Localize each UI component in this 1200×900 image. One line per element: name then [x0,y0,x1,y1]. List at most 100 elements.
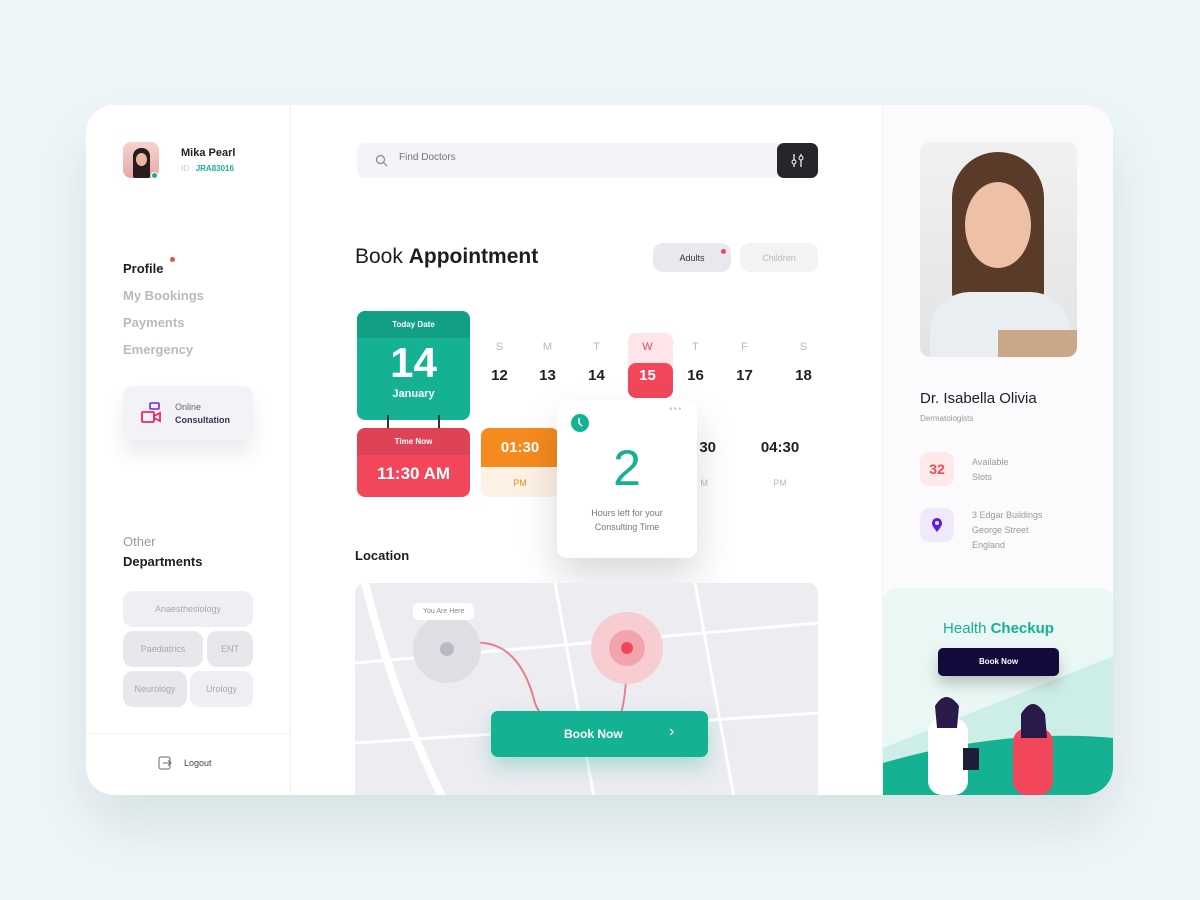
doctor-panel: Dr. Isabella Olivia Dermatologists 32 Av… [882,105,1113,795]
today-month: January [392,388,435,400]
time-slot-0430[interactable]: 04:30 PM [741,428,819,497]
day-17[interactable]: F 17 [722,341,767,384]
day-12[interactable]: S 12 [477,341,522,384]
consult-line1: Online [175,402,202,412]
clock-icon [571,414,589,432]
slots-label2: Slots [972,472,993,482]
day-number: 15 [639,367,656,384]
slot-time: 01:30 [481,428,559,467]
nav-emergency[interactable]: Emergency [123,342,193,357]
day-letter: M [542,341,553,353]
dept-anaesthesiology[interactable]: Anaesthesiology [123,591,253,627]
tab-notification-dot [721,249,726,254]
popup-line2: Consulting Time [594,522,660,532]
location-heading: Location [355,548,410,563]
other-label: Other [123,534,156,549]
departments-heading: Departments [123,554,203,569]
book-now-label: Book Now [564,727,623,741]
slots-label1: Available [972,457,1009,467]
divider [86,733,291,734]
day-14[interactable]: T 14 [574,341,619,384]
slot-period: PM [773,478,787,488]
day-13[interactable]: M 13 [525,341,570,384]
nav-my-bookings[interactable]: My Bookings [123,288,204,303]
book-now-button[interactable]: Book Now › [491,711,708,757]
time-label: Time Now [357,428,470,455]
day-number: 14 [588,367,605,384]
search-icon [375,154,388,167]
day-letter: F [741,341,748,353]
day-letter: W [642,341,653,353]
time-value: 11:30 AM [376,464,451,483]
you-are-here-tooltip: You Are Here [413,603,475,620]
location-badge [920,508,954,542]
logout-label: Logout [184,758,212,768]
dept-urology[interactable]: Urology [190,671,253,707]
today-date-card: Today Date 14 January [357,311,470,420]
popup-line1: Hours left for your [591,508,663,518]
id-label: ID : [181,164,194,173]
health-book-now-button[interactable]: Book Now [938,648,1059,676]
time-slot-0130[interactable]: 01:30 PM [481,428,559,497]
consult-line2: Consultation [175,415,230,425]
sliders-icon [791,154,804,167]
dept-paediatrics[interactable]: Paediatrics [123,631,203,667]
today-label: Today Date [357,311,470,338]
map[interactable]: You Are Here [355,583,818,795]
title-bold: Appointment [408,245,539,268]
more-options-icon[interactable]: ••• [669,404,683,415]
video-chat-icon [141,402,161,423]
hours-left-number: 2 [613,440,641,496]
address-line1: 3 Edgar Buildings [972,510,1043,520]
logout-icon [158,756,172,770]
location-pin-icon [932,518,942,532]
online-consultation-button[interactable]: Online Consultation [123,386,253,440]
address-line3: England [972,540,1006,550]
sidebar: Mika Pearl ID : JRA83016 Profile My Book… [86,105,291,795]
filter-button[interactable] [777,143,818,178]
logout-button[interactable]: Logout [158,756,228,772]
slots-badge: 32 [920,452,954,486]
slot-period: PM [513,478,527,488]
time-now-card: Time Now 11:30 AM [357,428,470,497]
tab-adults[interactable]: Adults [653,243,731,272]
day-letter: T [692,341,699,353]
dept-ent[interactable]: ENT [207,631,253,667]
search-bar[interactable] [357,143,819,178]
day-letter: S [495,341,504,353]
doctor-name: Dr. Isabella Olivia [920,390,1037,407]
day-16[interactable]: T 16 [673,341,718,384]
user-name: Mika Pearl [181,147,236,159]
day-number: 18 [795,367,812,384]
title-light: Book [355,245,403,268]
chevron-right-icon: › [669,723,675,740]
user-id: ID : JRA83016 [181,164,234,173]
doctor-photo [920,142,1077,357]
slot-time: 04:30 [760,439,800,456]
address-line2: George Street [972,525,1029,535]
day-number: 12 [491,367,508,384]
health-checkup-heading: Health Checkup [883,620,1113,637]
consulting-time-popup: ••• 2 Hours left for your Consulting Tim… [557,400,697,558]
day-number: 17 [736,367,753,384]
health-checkup-card: Health Checkup Book Now [883,588,1113,795]
id-value: JRA83016 [195,164,234,173]
search-input[interactable] [399,152,699,163]
day-letter: T [593,341,600,353]
nav-payments[interactable]: Payments [123,315,184,330]
dept-neurology[interactable]: Neurology [123,671,187,707]
online-status-dot [151,172,158,179]
nav-profile[interactable]: Profile [123,261,163,276]
day-number: 13 [539,367,556,384]
day-15[interactable]: W 15 [625,341,670,384]
page-title: Book Appointment [355,245,538,269]
doctor-specialty: Dermatologists [920,414,974,423]
dashboard-card: Mika Pearl ID : JRA83016 Profile My Book… [86,105,1113,795]
today-day: 14 [390,339,437,386]
notification-dot [170,257,175,262]
tab-children[interactable]: Children [740,243,818,272]
day-number: 16 [687,367,704,384]
health-bold: Checkup [990,620,1054,637]
health-light: Health [943,620,987,637]
day-18[interactable]: S 18 [781,341,826,384]
